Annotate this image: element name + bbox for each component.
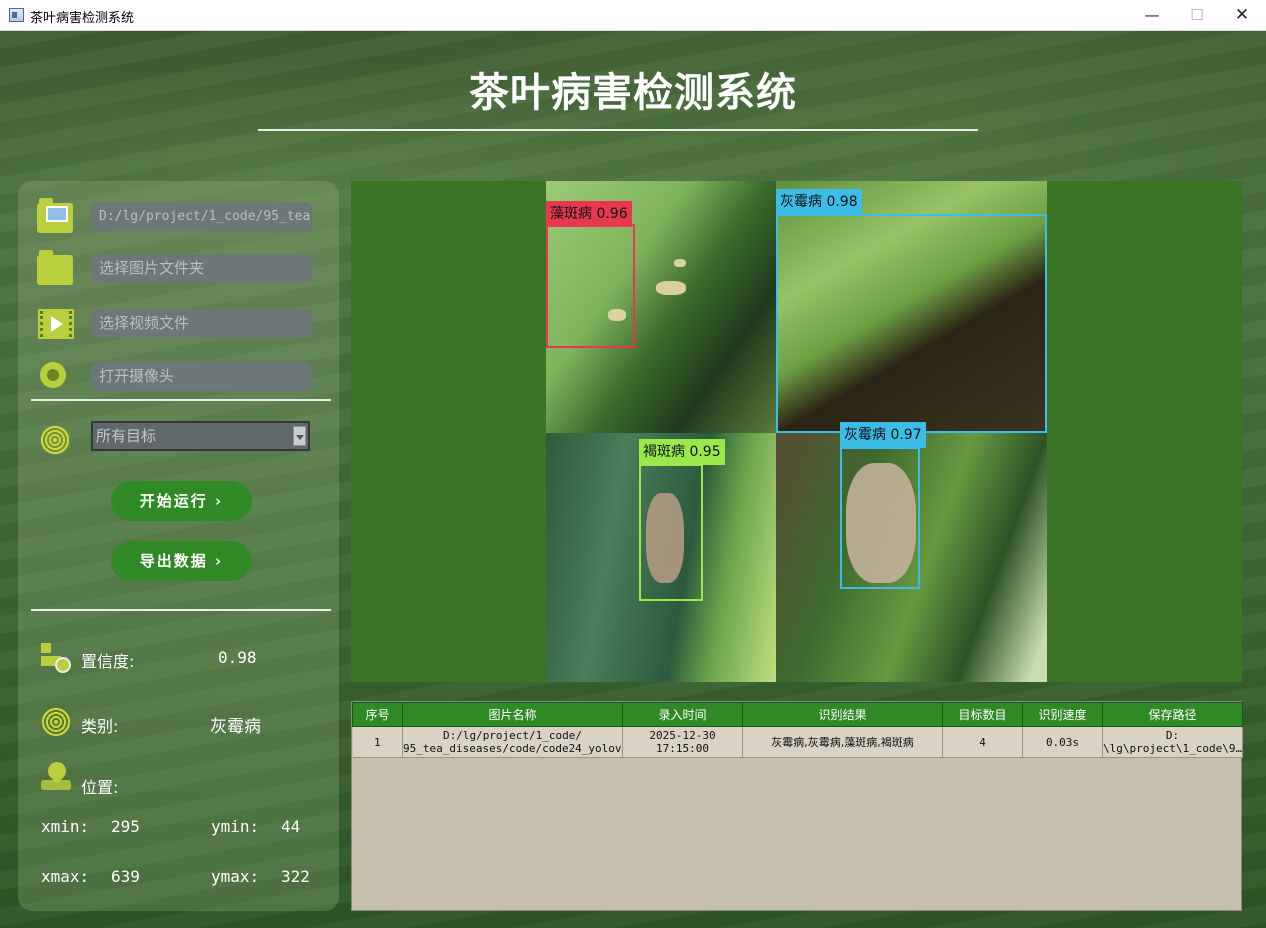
export-button[interactable]: 导出数据 › [111,541,252,581]
location-pin-icon [41,758,71,792]
cell-text: 2025-12-30 [649,729,716,742]
column-header[interactable]: 识别结果 [742,702,943,727]
class-icon [41,707,71,737]
detection-label: 藻斑病 0.96 [546,201,632,227]
ymax-value: 322 [281,867,310,886]
class-label: 类别: [81,717,119,736]
target-select[interactable]: 所有目标 [91,421,310,451]
cell-text: 17:15:00 [656,742,709,755]
confidence-icon [41,643,71,673]
column-header[interactable]: 识别速度 [1022,702,1103,727]
table-row[interactable]: 1 D:/lg/project/1_code/ 95_tea_diseases/… [352,726,1243,758]
results-table[interactable]: 序号 图片名称 录入时间 识别结果 目标数目 识别速度 保存路径 1 D:/lg… [351,701,1243,911]
detection-box [776,214,1047,433]
detection-box [546,224,635,348]
cell-index[interactable]: 1 [352,726,403,758]
column-header[interactable]: 保存路径 [1102,702,1243,727]
detection-label: 灰霉病 0.98 [776,189,862,215]
column-header[interactable]: 录入时间 [622,702,743,727]
cell-save-path[interactable]: D: \lg\project\1_code\9… [1102,726,1243,758]
cell-speed[interactable]: 0.03s [1022,726,1103,758]
video-file-icon[interactable] [38,309,74,339]
detection-box [639,464,703,601]
folder-icon[interactable] [37,250,73,285]
ymin-value: 44 [281,817,301,836]
page-title: 茶叶病害检测系统 [469,70,797,116]
column-header[interactable]: 图片名称 [402,702,623,727]
cell-text: 95_tea_diseases/code/code24_yolov… [403,742,622,755]
camera-icon[interactable] [40,362,66,388]
window-title: 茶叶病害检测系统 [30,11,135,26]
close-button[interactable]: ✕ [1219,0,1265,31]
minimize-button[interactable]: — [1129,0,1175,31]
cell-text: D:/lg/project/1_code/ [442,729,583,742]
cell-count[interactable]: 4 [942,726,1023,758]
folder-select-field[interactable]: 选择图片文件夹 [91,254,312,283]
cell-result[interactable]: 灰霉病,灰霉病,藻斑病,褐斑病 [742,726,943,758]
ymax-label: ymax: [211,867,260,886]
window-titlebar: 茶叶病害检测系统 — ☐ ✕ [0,0,1266,31]
ymin-label: ymin: [211,817,260,836]
cell-time[interactable]: 2025-12-30 17:15:00 [622,726,743,758]
column-header[interactable]: 目标数目 [942,702,1023,727]
target-icon [40,425,70,455]
position-label: 位置: [81,778,119,797]
image-folder-icon[interactable] [37,198,73,233]
cell-text: D: [1165,729,1180,742]
target-select-value: 所有目标 [96,427,157,445]
xmax-value: 639 [111,867,140,886]
confidence-value: 0.98 [218,648,257,667]
header-divider [258,129,978,131]
maximize-button[interactable]: ☐ [1174,0,1220,31]
cell-image-name[interactable]: D:/lg/project/1_code/ 95_tea_diseases/co… [402,726,623,758]
camera-open-field[interactable]: 打开摄像头 [91,362,312,391]
chevron-down-icon[interactable] [293,426,306,446]
xmin-label: xmin: [41,817,90,836]
detection-label: 褐斑病 0.95 [639,439,725,465]
image-path-field[interactable]: D:/lg/project/1_code/95_tea [91,202,312,231]
detection-box [840,447,920,589]
xmax-label: xmax: [41,867,90,886]
class-value: 灰霉病 [210,717,261,737]
xmin-value: 295 [111,817,140,836]
column-header[interactable]: 序号 [352,702,403,727]
panel-divider-top [31,399,331,401]
confidence-label: 置信度: [81,652,135,671]
video-select-field[interactable]: 选择视频文件 [91,309,312,338]
app-icon [9,8,24,22]
detection-label: 灰霉病 0.97 [840,422,926,448]
detection-image: 藻斑病 0.96 灰霉病 0.98 褐斑病 0.95 灰霉病 0.97 [546,181,1047,682]
start-button[interactable]: 开始运行 › [111,481,252,521]
panel-divider-bottom [31,609,331,611]
table-header-row: 序号 图片名称 录入时间 识别结果 目标数目 识别速度 保存路径 [352,702,1243,727]
cell-text: \lg\project\1_code\9… [1103,742,1242,755]
